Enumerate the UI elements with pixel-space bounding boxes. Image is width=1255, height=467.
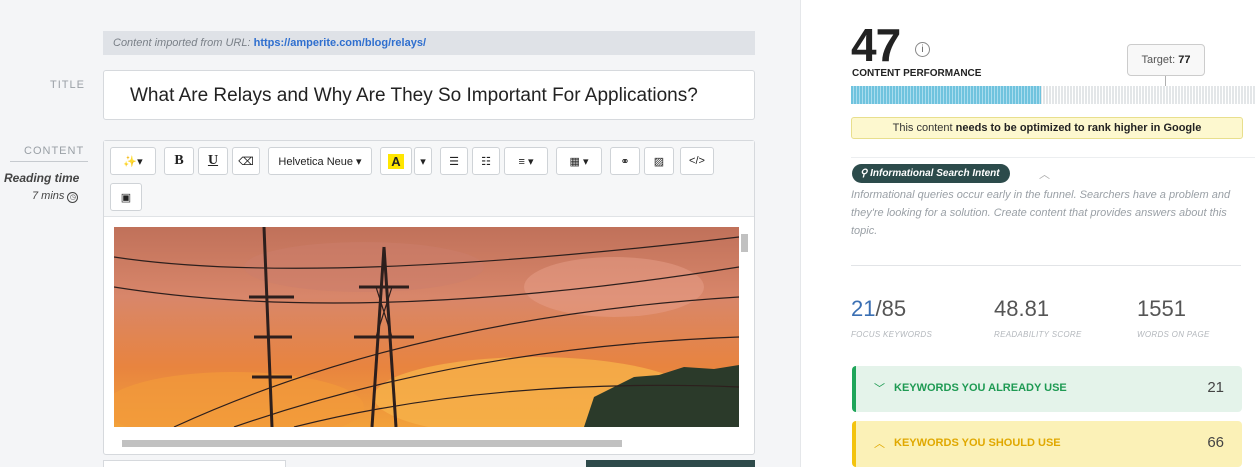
keywords-should-use-section[interactable]: ︿ KEYWORDS YOU SHOULD USE 66 — [852, 421, 1242, 467]
bold-icon: B — [174, 153, 184, 168]
link-icon: ⚭ — [620, 155, 630, 168]
content-editor[interactable]: ✨▾ B U ⌫ Helvetica Neue ▾ A ▾ ☰ ☷ ≡ ▾ ▦ … — [103, 140, 755, 455]
notice-text: This content — [892, 122, 953, 134]
clear-format-button[interactable]: ⌫ — [232, 147, 260, 175]
keywords-already-use-label: KEYWORDS YOU ALREADY USE — [894, 382, 1067, 394]
clipboard-icon: ▣ — [120, 191, 132, 204]
target-label: Target: — [1141, 54, 1176, 66]
target-value: 77 — [1178, 54, 1191, 66]
optimization-notice: This content needs to be optimized to ra… — [851, 117, 1243, 139]
code-view-button[interactable]: </> — [680, 147, 714, 175]
performance-bar — [851, 86, 1255, 104]
align-button[interactable]: ≡ ▾ — [504, 147, 548, 175]
numbered-list-button[interactable]: ☷ — [472, 147, 500, 175]
import-notice: Content imported from URL: https://amper… — [103, 31, 755, 55]
image-button[interactable]: ▨ — [644, 147, 674, 175]
content-performance-panel: 47 i CONTENT PERFORMANCE Target: 77 This… — [800, 0, 1255, 467]
editor-horizontal-scrollbar[interactable] — [108, 437, 738, 449]
stat-readability-score: 48.81 READABILITY SCORE — [994, 296, 1082, 339]
divider — [851, 265, 1241, 266]
stat-value-highlight: 21 — [851, 296, 876, 321]
stat-value: 1551 — [1137, 296, 1186, 321]
search-intent-badge[interactable]: ⚲ Informational Search Intent — [852, 164, 1010, 183]
target-tooltip: Target: 77 — [1127, 44, 1205, 76]
reading-time-label: Reading time — [4, 171, 80, 185]
import-notice-text: Content imported from URL: — [113, 37, 251, 49]
editor-vertical-scrollbar[interactable] — [738, 221, 750, 431]
bullet-list-icon: ☰ — [449, 155, 459, 168]
import-url-link[interactable]: https://amperite.com/blog/relays/ — [254, 37, 426, 49]
align-icon: ≡ ▾ — [518, 155, 534, 168]
underline-button[interactable]: U — [198, 147, 228, 175]
performance-bar-fill — [851, 86, 1042, 104]
clock-icon: ◷ — [67, 192, 79, 203]
title-label: TITLE — [50, 79, 85, 91]
magic-wand-icon: ✨▾ — [123, 155, 143, 168]
table-icon: ▦ ▾ — [569, 155, 589, 168]
performance-label: CONTENT PERFORMANCE — [852, 68, 982, 79]
eraser-icon: ⌫ — [238, 155, 254, 168]
table-button[interactable]: ▦ ▾ — [556, 147, 602, 175]
chevron-down-icon: ▾ — [420, 155, 426, 168]
lightbulb-icon: ⚲ — [860, 168, 871, 179]
numbered-list-icon: ☷ — [481, 155, 491, 168]
content-image-power-lines[interactable] — [114, 227, 739, 427]
stat-caption: FOCUS KEYWORDS — [851, 330, 933, 339]
magic-wand-button[interactable]: ✨▾ — [110, 147, 156, 175]
editor-toolbar: ✨▾ B U ⌫ Helvetica Neue ▾ A ▾ ☰ ☷ ≡ ▾ ▦ … — [104, 141, 754, 217]
stat-focus-keywords: 21/85 FOCUS KEYWORDS — [851, 296, 932, 339]
font-family-value: Helvetica Neue ▾ — [278, 155, 362, 168]
code-icon: </> — [689, 155, 705, 167]
stat-words-on-page: 1551 WORDS ON PAGE — [1137, 296, 1210, 339]
underline-icon: U — [207, 153, 219, 168]
paste-button[interactable]: ▣ — [110, 183, 142, 211]
keywords-should-use-count: 66 — [1207, 434, 1224, 451]
keywords-should-use-label: KEYWORDS YOU SHOULD USE — [894, 437, 1061, 449]
editor-pane: Content imported from URL: https://amper… — [0, 0, 800, 467]
reading-time-text: 7 mins — [32, 190, 65, 202]
bottom-action-button[interactable] — [586, 460, 755, 467]
content-divider — [10, 161, 88, 162]
bold-button[interactable]: B — [164, 147, 194, 175]
reading-time-value: 7 mins ◷ — [32, 190, 79, 203]
chevron-up-icon[interactable]: ︿ — [1039, 166, 1050, 182]
font-family-select[interactable]: Helvetica Neue ▾ — [268, 147, 372, 175]
font-color-dropdown[interactable]: ▾ — [414, 147, 432, 175]
font-color-icon: A — [388, 153, 404, 169]
chevron-down-icon: ﹀ — [874, 383, 885, 395]
stat-value: 48.81 — [994, 296, 1050, 321]
search-intent-label: Informational Search Intent — [870, 168, 1000, 179]
stat-value: /85 — [875, 296, 907, 321]
chevron-up-icon: ︿ — [874, 438, 885, 450]
keywords-already-use-count: 21 — [1207, 379, 1224, 396]
stat-caption: WORDS ON PAGE — [1137, 330, 1210, 339]
content-label: CONTENT — [24, 145, 85, 157]
performance-score: 47 — [851, 19, 901, 71]
keywords-already-use-section[interactable]: ﹀ KEYWORDS YOU ALREADY USE 21 — [852, 366, 1242, 412]
stat-caption: READABILITY SCORE — [994, 330, 1082, 339]
link-button[interactable]: ⚭ — [610, 147, 640, 175]
info-icon[interactable]: i — [915, 42, 930, 57]
divider — [851, 157, 1255, 158]
font-color-button[interactable]: A — [380, 147, 412, 175]
search-intent-description: Informational queries occur early in the… — [851, 189, 1231, 237]
bottom-left-control[interactable] — [103, 460, 286, 467]
bullet-list-button[interactable]: ☰ — [440, 147, 468, 175]
power-lines-photo — [114, 227, 739, 427]
title-input[interactable]: What Are Relays and Why Are They So Impo… — [103, 70, 755, 120]
notice-emphasis: needs to be optimized to rank higher in … — [955, 122, 1202, 134]
image-icon: ▨ — [653, 155, 665, 168]
